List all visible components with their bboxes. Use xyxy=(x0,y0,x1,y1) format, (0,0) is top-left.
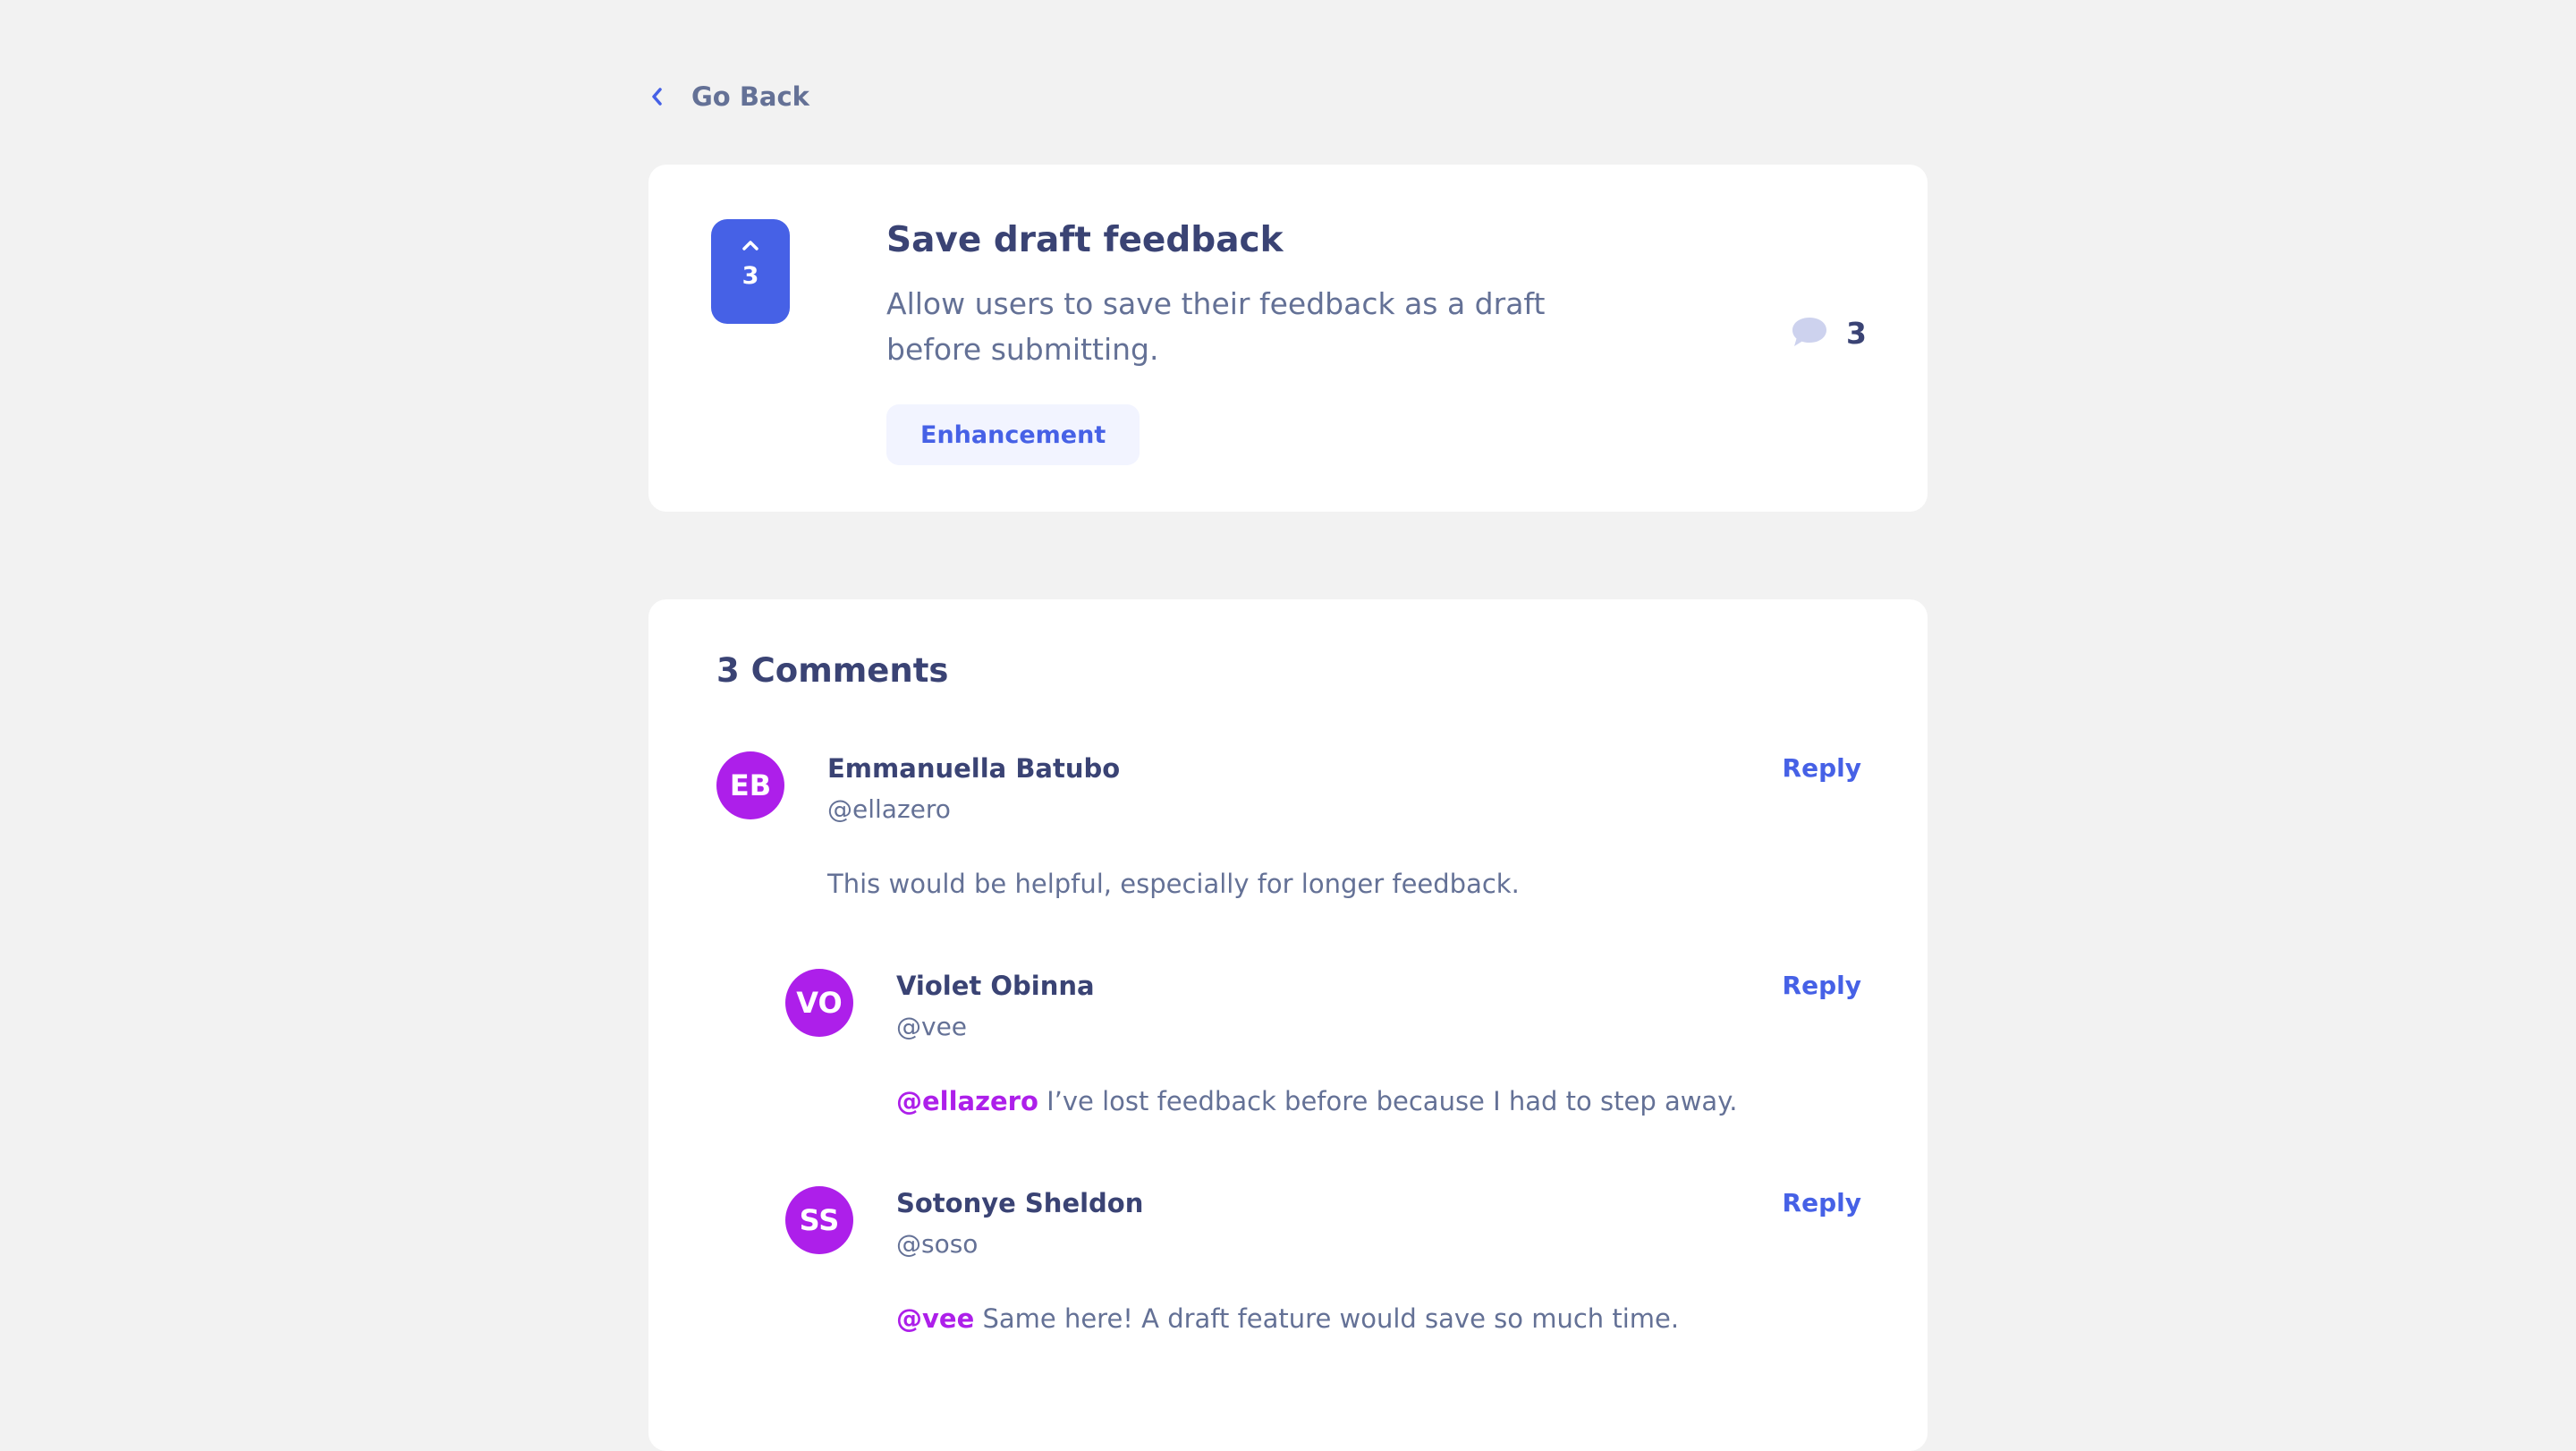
chevron-up-icon xyxy=(741,239,760,251)
feedback-title: Save draft feedback xyxy=(886,220,1284,260)
go-back-link[interactable]: Go Back xyxy=(648,77,809,116)
comment-text: This would be helpful, especially for lo… xyxy=(827,869,1520,899)
avatar: VO xyxy=(785,969,853,1037)
feedback-card: 3 Save draft feedback Allow users to sav… xyxy=(648,165,1928,512)
comment-author-handle: @vee xyxy=(896,1012,968,1041)
reply-button[interactable]: Reply xyxy=(1783,753,1861,783)
category-tag[interactable]: Enhancement xyxy=(886,404,1140,465)
reply-button[interactable]: Reply xyxy=(1783,1188,1861,1218)
reply-button[interactable]: Reply xyxy=(1783,971,1861,1000)
comment-author-handle: @soso xyxy=(896,1229,979,1259)
comment-author-handle: @ellazero xyxy=(827,794,951,824)
comment-text: @vee Same here! A draft feature would sa… xyxy=(896,1303,1679,1334)
chevron-left-icon xyxy=(648,87,665,106)
comment-author-name: Violet Obinna xyxy=(896,971,1095,1001)
mention[interactable]: @vee xyxy=(896,1303,974,1334)
comment-text: @ellazero I’ve lost feedback before beca… xyxy=(896,1086,1737,1116)
comment-count: 3 xyxy=(1791,315,1867,351)
avatar: EB xyxy=(716,751,784,819)
comment-body: Same here! A draft feature would save so… xyxy=(982,1303,1680,1334)
comment-author-name: Emmanuella Batubo xyxy=(827,753,1121,784)
comment-body: This would be helpful, especially for lo… xyxy=(827,869,1520,899)
comment-author-name: Sotonye Sheldon xyxy=(896,1188,1144,1218)
comments-card: 3 Comments EB Emmanuella Batubo @ellazer… xyxy=(648,599,1928,1451)
comment-count-number: 3 xyxy=(1846,315,1867,351)
feedback-description: Allow users to save their feedback as a … xyxy=(886,286,1546,367)
comment-body: I’ve lost feedback before because I had … xyxy=(1046,1086,1738,1116)
mention[interactable]: @ellazero xyxy=(896,1086,1038,1116)
avatar: SS xyxy=(785,1186,853,1254)
speech-bubble-icon xyxy=(1791,315,1828,351)
upvote-count: 3 xyxy=(741,262,759,290)
go-back-label: Go Back xyxy=(691,81,809,112)
upvote-button[interactable]: 3 xyxy=(711,219,790,324)
comments-heading: 3 Comments xyxy=(716,651,949,690)
